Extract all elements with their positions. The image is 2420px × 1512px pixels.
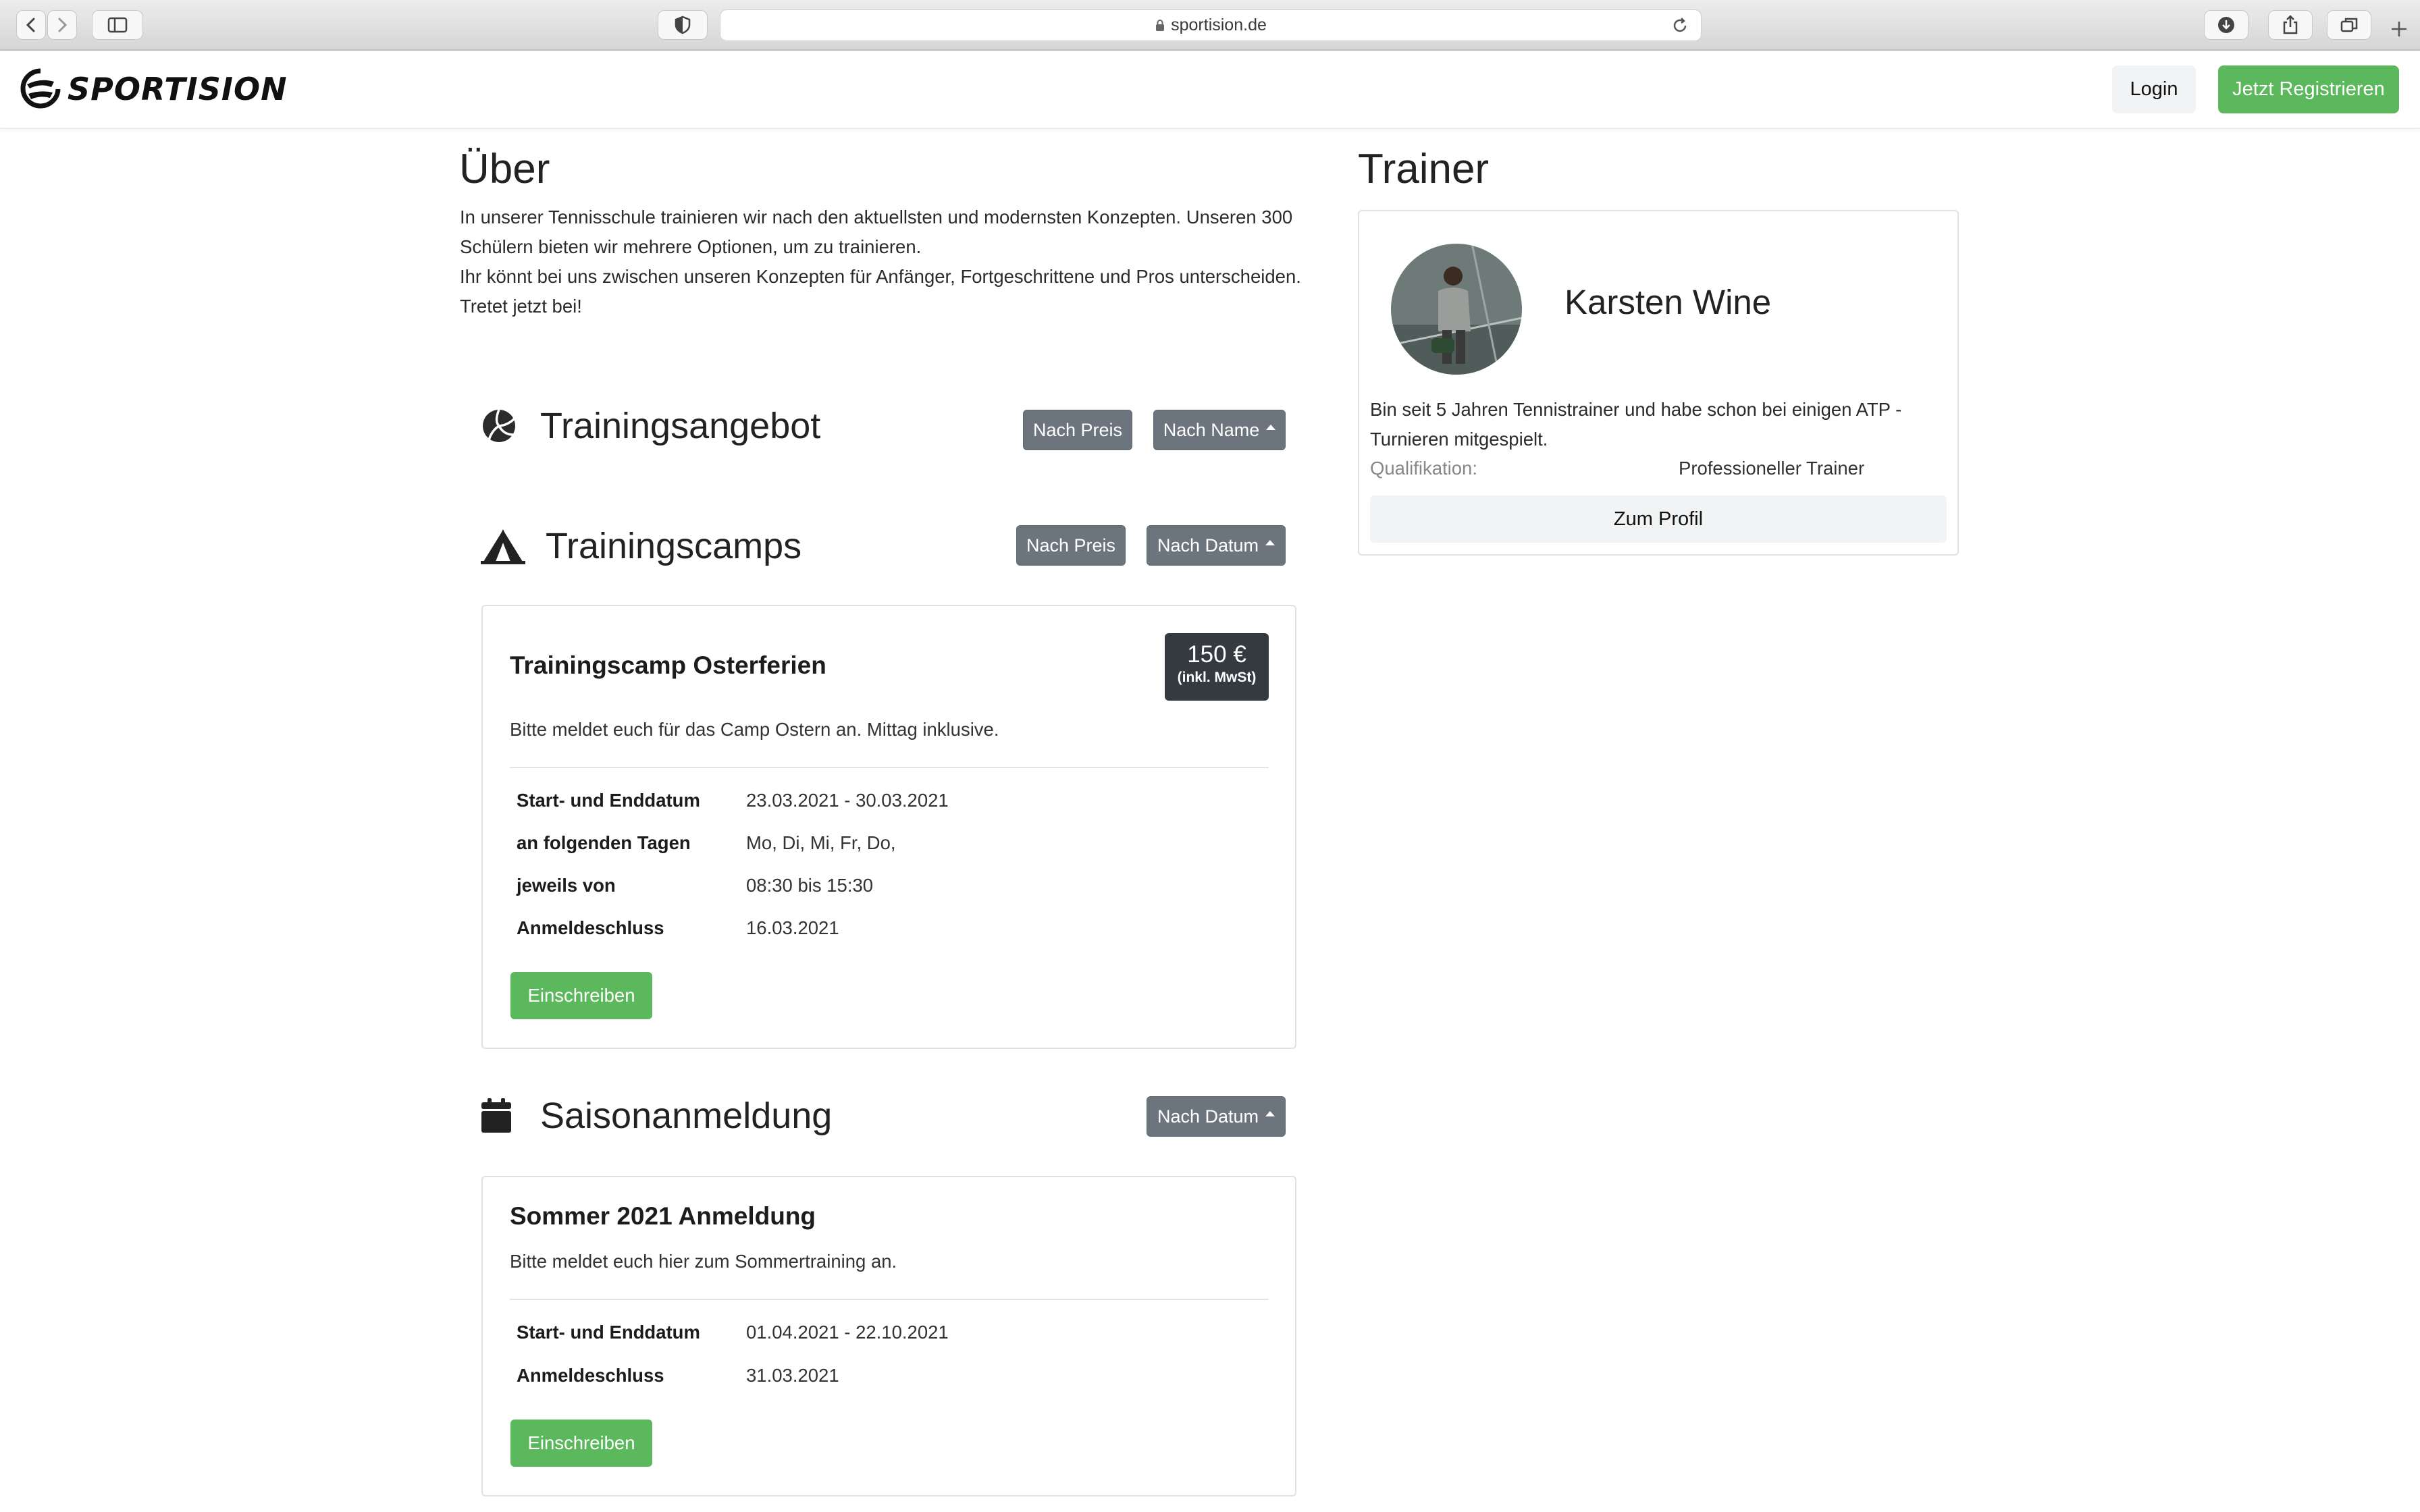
site-logo[interactable]: SPORTISION xyxy=(20,68,288,110)
season-header: Saisonanmeldung xyxy=(481,1095,832,1137)
share-button[interactable] xyxy=(2268,10,2313,40)
shield-icon xyxy=(675,16,691,34)
share-icon xyxy=(2283,15,2298,34)
training-camps-header: Trainingscamps xyxy=(481,525,801,567)
caret-up-icon xyxy=(1266,425,1276,430)
trainer-bio: Bin seit 5 Jahren Tennistrainer und habe… xyxy=(1370,395,1944,454)
reload-icon[interactable] xyxy=(1671,17,1689,34)
season-description: Bitte meldet euch hier zum Sommertrainin… xyxy=(510,1251,897,1272)
back-button[interactable] xyxy=(16,10,46,40)
site-header: SPORTISION Login Jetzt Registrieren xyxy=(0,51,2420,129)
detail-label: Start- und Enddatum xyxy=(517,1322,700,1343)
trainer-heading: Trainer xyxy=(1358,146,1490,192)
price-amount: 150 € xyxy=(1187,641,1246,668)
detail-label: jeweils von xyxy=(517,875,616,896)
volleyball-icon xyxy=(483,409,516,442)
view-profile-button[interactable]: Zum Profil xyxy=(1370,495,1947,543)
detail-value: 31.03.2021 xyxy=(746,1365,839,1386)
caret-up-icon xyxy=(1265,1111,1275,1116)
price-badge: 150 € (inkl. MwSt) xyxy=(1165,633,1269,701)
sportision-logo-icon xyxy=(20,68,61,109)
training-offer-title: Trainingsangebot xyxy=(540,406,821,446)
login-button[interactable]: Login xyxy=(2112,65,2196,113)
sort-season-by-date-button[interactable]: Nach Datum xyxy=(1147,1096,1286,1137)
about-line: In unserer Tennisschule trainieren wir n… xyxy=(460,207,1293,227)
logo-text: SPORTISION xyxy=(68,71,288,107)
sidebar-icon xyxy=(107,17,128,33)
detail-label: Anmeldeschluss xyxy=(517,1365,664,1386)
qualification-value: Professioneller Trainer xyxy=(1679,458,1865,479)
sort-offer-by-price-button[interactable]: Nach Preis xyxy=(1023,410,1132,450)
register-button[interactable]: Jetzt Registrieren xyxy=(2218,65,2399,113)
browser-toolbar: sportision.de xyxy=(0,0,2420,51)
training-camps-title: Trainingscamps xyxy=(546,526,802,566)
tent-icon xyxy=(481,529,525,564)
forward-button[interactable] xyxy=(47,10,77,40)
tabs-overview-button[interactable] xyxy=(2327,10,2371,40)
detail-value: 16.03.2021 xyxy=(746,917,839,938)
url-text: sportision.de xyxy=(1171,16,1267,34)
about-line: Ihr könnt bei uns zwischen unseren Konze… xyxy=(460,266,1301,287)
chevron-left-icon xyxy=(26,18,35,32)
about-text: In unserer Tennisschule trainieren wir n… xyxy=(460,202,1312,321)
sort-offer-by-name-button[interactable]: Nach Name xyxy=(1153,410,1286,450)
sort-name-label: Nach Name xyxy=(1163,419,1260,440)
about-line: Schülern bieten wir mehrere Optionen, um… xyxy=(460,236,922,257)
camp-title: Trainingscamp Osterferien xyxy=(510,651,826,679)
detail-value: Mo, Di, Mi, Fr, Do, xyxy=(746,832,896,853)
chevron-right-icon xyxy=(58,18,68,32)
trainer-name: Karsten Wine xyxy=(1564,283,1772,321)
price-tax-note: (inkl. MwSt) xyxy=(1177,670,1257,685)
enroll-camp-button[interactable]: Einschreiben xyxy=(510,972,652,1019)
sort-camps-by-price-button[interactable]: Nach Preis xyxy=(1016,525,1126,566)
divider xyxy=(510,767,1269,768)
trainer-bio-line: Bin seit 5 Jahren Tennistrainer und habe… xyxy=(1370,399,1902,420)
detail-value: 23.03.2021 - 30.03.2021 xyxy=(746,790,949,811)
download-icon xyxy=(2218,17,2234,33)
trainer-bio-line: Turnieren mitgespielt. xyxy=(1370,429,1548,450)
detail-label: an folgenden Tagen xyxy=(517,832,691,853)
detail-label: Anmeldeschluss xyxy=(517,917,664,938)
lock-icon xyxy=(1156,19,1165,31)
about-line: Tretet jetzt bei! xyxy=(460,296,582,317)
season-title: Saisonanmeldung xyxy=(540,1096,833,1136)
address-bar[interactable]: sportision.de xyxy=(720,9,1702,41)
divider xyxy=(510,1299,1269,1300)
sort-price-label: Nach Preis xyxy=(1026,535,1116,556)
sort-price-label: Nach Preis xyxy=(1032,419,1123,440)
sort-date-label: Nach Datum xyxy=(1157,1106,1259,1127)
sidebar-toggle-button[interactable] xyxy=(92,10,143,40)
sort-camps-by-date-button[interactable]: Nach Datum xyxy=(1147,525,1286,566)
enroll-label: Einschreiben xyxy=(527,985,635,1006)
season-card-title: Sommer 2021 Anmeldung xyxy=(510,1202,816,1230)
tabs-icon xyxy=(2340,18,2358,32)
downloads-button[interactable] xyxy=(2204,10,2248,40)
detail-value: 08:30 bis 15:30 xyxy=(746,875,874,896)
calendar-icon xyxy=(481,1098,511,1133)
sort-date-label: Nach Datum xyxy=(1157,535,1259,556)
privacy-shield-button[interactable] xyxy=(658,10,708,40)
trainer-avatar xyxy=(1391,244,1522,375)
qualification-label: Qualifikation: xyxy=(1370,458,1477,479)
detail-label: Start- und Enddatum xyxy=(517,790,700,811)
enroll-label: Einschreiben xyxy=(527,1432,635,1453)
training-offer-header: Trainingsangebot xyxy=(481,405,820,447)
enroll-season-button[interactable]: Einschreiben xyxy=(510,1420,652,1467)
new-tab-button[interactable] xyxy=(2390,20,2408,41)
camp-description: Bitte meldet euch für das Camp Ostern an… xyxy=(510,719,999,740)
caret-up-icon xyxy=(1265,540,1275,545)
plus-icon xyxy=(2392,22,2406,36)
detail-value: 01.04.2021 - 22.10.2021 xyxy=(746,1322,949,1343)
about-heading: Über xyxy=(459,146,550,192)
